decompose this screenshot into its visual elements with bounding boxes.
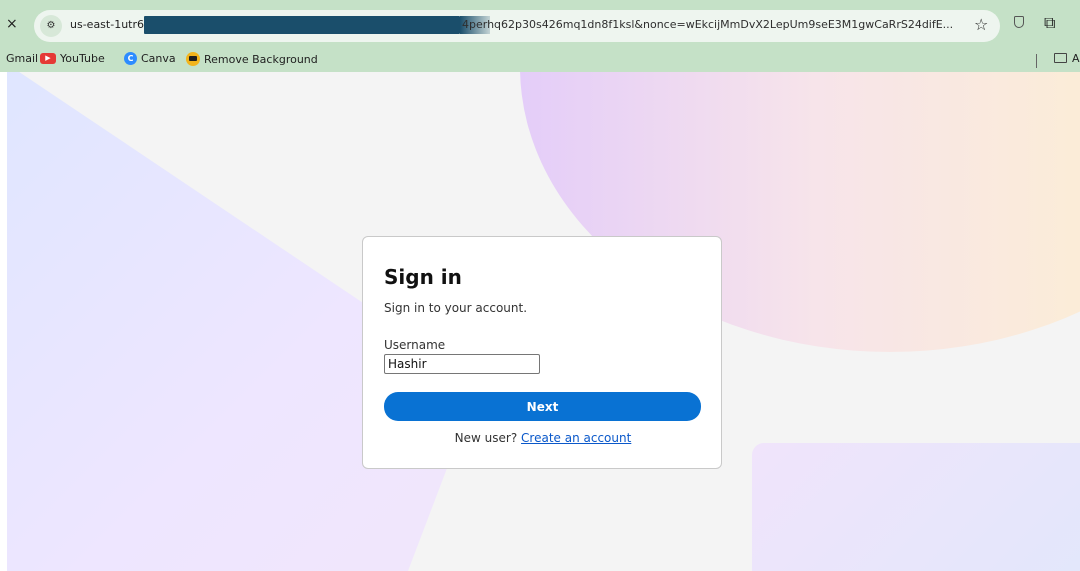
new-user-text: New user?: [454, 431, 518, 445]
extensions-icon[interactable]: ⧉: [1044, 13, 1055, 33]
bookmark-label: Remove Background: [204, 52, 318, 66]
signin-subtitle: Sign in to your account.: [384, 301, 528, 315]
redacted-url-block: [144, 16, 460, 34]
next-button[interactable]: Next: [384, 392, 701, 421]
address-row: × ⚙ us-east-1utr6 4perhq62p30s426mq1dn8f…: [0, 0, 1080, 44]
username-label: Username: [384, 338, 446, 352]
bookmark-gmail[interactable]: Gmail: [6, 52, 38, 65]
username-input[interactable]: [384, 354, 540, 374]
page-title: Sign in: [384, 265, 462, 289]
bookmark-remove-background[interactable]: Remove Background: [186, 52, 318, 66]
bookmark-canva[interactable]: C Canva: [124, 52, 176, 65]
star-icon[interactable]: ☆: [974, 15, 988, 34]
create-account-link[interactable]: Create an account: [521, 431, 631, 445]
new-user-line: New user? Create an account: [363, 431, 723, 445]
url-prefix: us-east-1utr6: [70, 18, 144, 31]
url-suffix: 4perhq62p30s426mq1dn8f1ksl&nonce=wEkcijM…: [462, 18, 954, 31]
close-tab-icon[interactable]: ×: [6, 16, 18, 32]
address-bar[interactable]: ⚙ us-east-1utr6 4perhq62p30s426mq1dn8f1k…: [34, 10, 1000, 42]
browser-chrome: × ⚙ us-east-1utr6 4perhq62p30s426mq1dn8f…: [0, 0, 1080, 72]
bookmark-label: Gmail: [6, 52, 39, 65]
shield-icon[interactable]: [1014, 16, 1024, 28]
background-shape-bottom-right: [752, 443, 1080, 571]
tune-icon[interactable]: ⚙: [40, 15, 62, 37]
bookmark-label: Canva: [141, 52, 176, 65]
youtube-icon: ▶: [40, 53, 56, 64]
signin-card: Sign in Sign in to your account. Usernam…: [362, 236, 722, 469]
bookmarks-divider: [1036, 54, 1037, 68]
bookmark-overflow-label[interactable]: A: [1072, 52, 1080, 65]
bookmark-label: YouTube: [60, 52, 105, 65]
canva-icon: C: [124, 52, 137, 65]
remove-bg-icon: [186, 52, 200, 66]
bookmarks-bar: Gmail ▶ YouTube C Canva Remove Backgroun…: [0, 48, 1080, 72]
bookmark-youtube[interactable]: ▶ YouTube: [40, 52, 105, 65]
page-left-edge: [0, 72, 7, 571]
folder-icon[interactable]: [1054, 53, 1067, 63]
